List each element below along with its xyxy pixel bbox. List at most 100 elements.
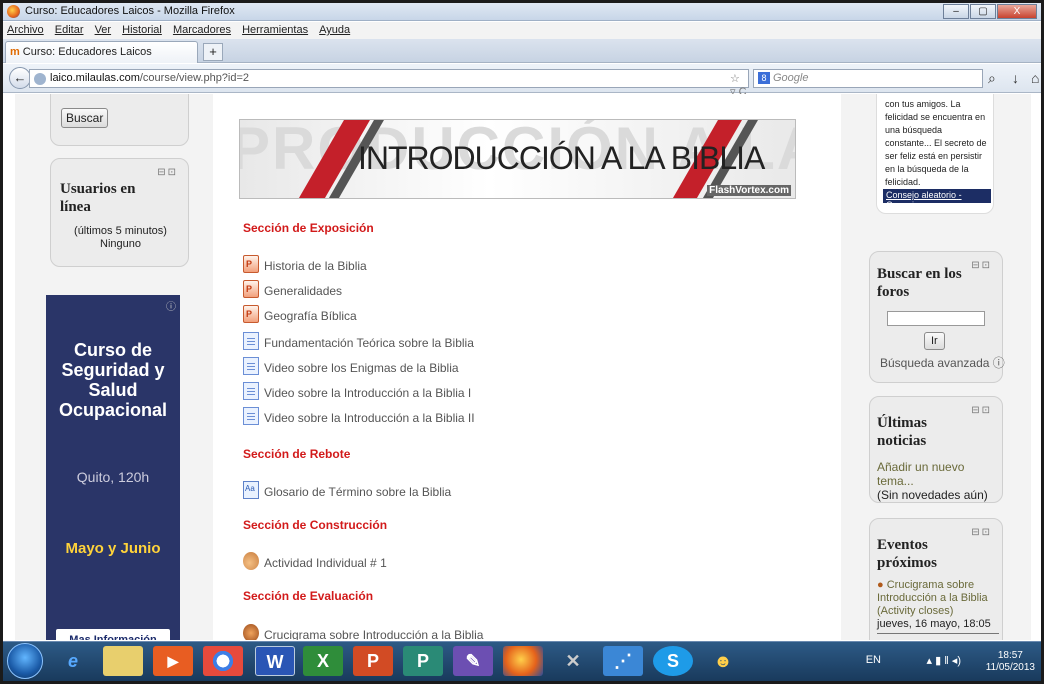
- item-link[interactable]: Fundamentación Teórica sobre la Biblia: [264, 336, 474, 350]
- moodle-icon: m: [10, 46, 20, 58]
- menu-marcadores[interactable]: Marcadores: [169, 22, 235, 38]
- help-icon[interactable]: ⓘ: [993, 356, 1005, 370]
- menu-editar[interactable]: Editar: [51, 22, 88, 38]
- page-content: Buscar Usuarios en línea ⊟⊡ (últimos 5 m…: [3, 94, 1041, 640]
- menu-bar: Archivo Editar Ver Historial Marcadores …: [3, 22, 1041, 39]
- new-tab-button[interactable]: +: [203, 43, 223, 61]
- forum-search-input[interactable]: [887, 311, 985, 326]
- system-tray-icons[interactable]: ▴ ▮ ‖ ◂): [927, 654, 961, 667]
- clock[interactable]: 18:57 11/05/2013: [986, 650, 1035, 674]
- search-engine-icon[interactable]: 8: [758, 72, 770, 84]
- banner-credit: FlashVortex.com: [707, 185, 791, 196]
- chrome-icon[interactable]: [203, 646, 243, 676]
- item-link[interactable]: Glosario de Término sobre la Biblia: [264, 485, 451, 499]
- taskbar: e ▶ W X P P ✎ ✕ ⋰ S ☻ EN ▴ ▮ ‖ ◂) 18:57 …: [3, 641, 1041, 681]
- start-button[interactable]: [7, 643, 43, 679]
- tip-separator: -: [958, 190, 962, 200]
- media-player-icon[interactable]: ▶: [153, 646, 193, 676]
- block-controls[interactable]: ⊟⊡: [157, 167, 178, 178]
- block-controls[interactable]: ⊟⊡: [971, 527, 992, 538]
- search-icon[interactable]: ⌕: [988, 70, 996, 87]
- search-input[interactable]: 8 Google: [753, 69, 983, 88]
- navigation-bar: ← laico.milaulas.com/course/view.php?id=…: [3, 64, 1041, 98]
- users-icon[interactable]: ☻: [703, 646, 743, 676]
- tip-text: con tus amigos. La felicidad se encuentr…: [885, 99, 987, 187]
- ad-more-button[interactable]: Mas Información: [56, 629, 170, 640]
- tip-links: Consejo aleatorio - Consejos: [883, 189, 991, 210]
- skype-icon[interactable]: S: [653, 646, 693, 676]
- firefox-taskbar-icon[interactable]: [503, 646, 543, 676]
- tip-random-link[interactable]: Consejo aleatorio: [886, 190, 956, 200]
- download-icon[interactable]: ↓: [1012, 70, 1019, 86]
- events-title: Eventos próximos: [877, 537, 937, 571]
- section-title: Sección de Rebote: [243, 447, 351, 461]
- crossword-icon: ●: [877, 579, 884, 591]
- item-link[interactable]: Actividad Individual # 1: [264, 556, 387, 570]
- page-icon: [243, 332, 259, 350]
- news-content: Añadir un nuevo tema... (Sin novedades a…: [877, 460, 1002, 502]
- item-link[interactable]: Video sobre la Introducción a la Biblia …: [264, 386, 471, 400]
- close-button[interactable]: X: [997, 4, 1037, 19]
- powerpoint-icon[interactable]: P: [353, 646, 393, 676]
- page-icon: [243, 382, 259, 400]
- add-topic-link[interactable]: Añadir un nuevo tema...: [877, 460, 1002, 488]
- tool-icon[interactable]: ✕: [553, 646, 593, 676]
- item-link[interactable]: Video sobre los Enigmas de la Biblia: [264, 361, 459, 375]
- firefox-icon: [7, 5, 20, 18]
- block-controls[interactable]: ⊟⊡: [971, 405, 992, 416]
- tip-all-link[interactable]: Consejos: [886, 200, 924, 210]
- tab-label: Curso: Educadores Laicos: [22, 46, 152, 58]
- advanced-search-link[interactable]: Búsqueda avanzada ⓘ: [880, 354, 1005, 371]
- crossword-icon: [243, 624, 259, 640]
- glossary-icon: [243, 481, 259, 499]
- item-link[interactable]: Historia de la Biblia: [264, 259, 367, 273]
- ie-icon[interactable]: e: [53, 646, 93, 676]
- ad-info-icon[interactable]: ⓘ: [166, 298, 176, 313]
- menu-ver[interactable]: Ver: [91, 22, 116, 38]
- publisher-icon[interactable]: P: [403, 646, 443, 676]
- network-icon[interactable]: ⋰: [603, 646, 643, 676]
- section-title: Sección de Construcción: [243, 518, 388, 532]
- url-bar[interactable]: laico.milaulas.com/course/view.php?id=2 …: [29, 69, 749, 98]
- ad-months: Mayo y Junio: [65, 540, 161, 557]
- word-icon[interactable]: W: [255, 646, 295, 676]
- back-button[interactable]: ←: [9, 67, 31, 89]
- forum-go-button[interactable]: Ir: [924, 332, 945, 350]
- news-block: Últimas noticias ⊟⊡ Añadir un nuevo tema…: [869, 396, 1003, 503]
- item-link[interactable]: Geografía Bíblica: [264, 309, 357, 323]
- language-indicator[interactable]: EN: [866, 654, 881, 666]
- bookmark-star-icon[interactable]: ☆: [730, 73, 740, 85]
- random-tip-block: con tus amigos. La felicidad se encuentr…: [876, 94, 994, 214]
- online-users-title: Usuarios en línea: [60, 181, 136, 215]
- event-item[interactable]: ● Crucigrama sobre Introducción a la Bib…: [877, 579, 999, 634]
- minimize-button[interactable]: –: [943, 4, 969, 19]
- folder-icon[interactable]: [103, 646, 143, 676]
- menu-ayuda[interactable]: Ayuda: [315, 22, 354, 38]
- assignment-icon: [243, 552, 259, 570]
- online-value: Ninguno: [100, 238, 141, 250]
- maximize-button[interactable]: ▢: [970, 4, 996, 19]
- url-path: /course/view.php?id=2: [139, 72, 250, 84]
- menu-herramientas[interactable]: Herramientas: [238, 22, 312, 38]
- url-domain: laico.milaulas.com: [50, 72, 140, 84]
- news-empty: (Sin novedades aún): [877, 488, 988, 502]
- home-icon[interactable]: ⌂: [1031, 70, 1039, 86]
- browser-window: Curso: Educadores Laicos - Mozilla Firef…: [0, 0, 1044, 684]
- menu-historial[interactable]: Historial: [118, 22, 166, 38]
- item-link[interactable]: Video sobre la Introducción a la Biblia …: [264, 411, 475, 425]
- block-controls[interactable]: ⊟⊡: [971, 260, 992, 271]
- window-title: Curso: Educadores Laicos - Mozilla Firef…: [25, 5, 235, 17]
- tab-curso[interactable]: m Curso: Educadores Laicos: [5, 41, 198, 63]
- item-link[interactable]: Generalidades: [264, 284, 342, 298]
- item-link[interactable]: Crucigrama sobre Introducción a la Bibli…: [264, 628, 483, 640]
- event-name[interactable]: Crucigrama sobre Introducción a la Bibli…: [877, 579, 988, 617]
- search-button[interactable]: Buscar: [61, 108, 109, 128]
- advanced-search-label: Búsqueda avanzada: [880, 356, 990, 370]
- search-placeholder: Google: [773, 72, 809, 84]
- menu-archivo[interactable]: Archivo: [3, 22, 48, 38]
- excel-icon[interactable]: X: [303, 646, 343, 676]
- paint-icon[interactable]: ✎: [453, 646, 493, 676]
- site-identity-icon[interactable]: [34, 73, 46, 85]
- powerpoint-icon: [243, 255, 259, 273]
- ad-banner[interactable]: ⓘ Curso de Seguridad y Salud Ocupacional…: [46, 295, 180, 640]
